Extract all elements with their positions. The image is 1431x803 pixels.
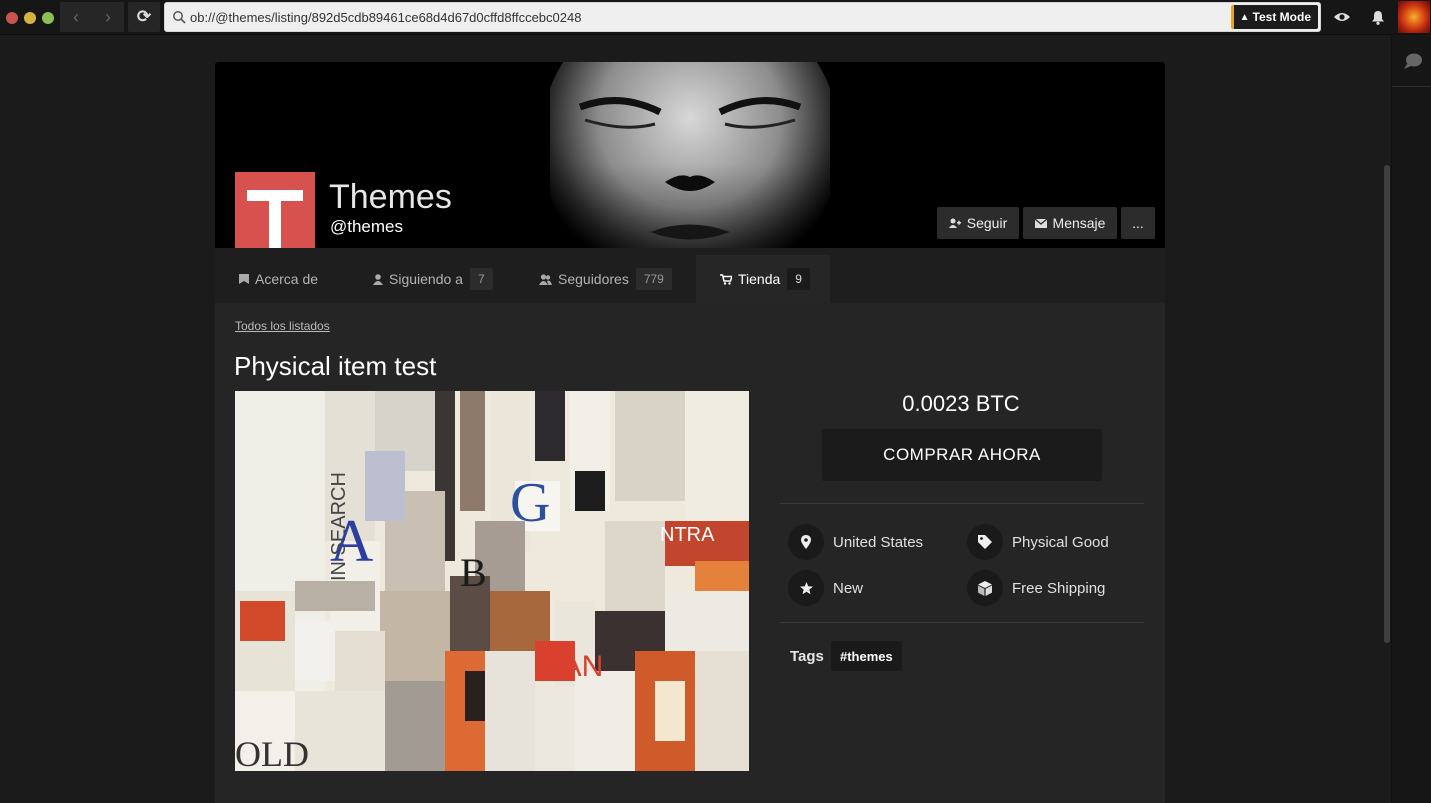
test-mode-badge[interactable]: ▲ Test Mode (1230, 5, 1318, 29)
location-pin-icon (788, 524, 824, 560)
feature-location: United States (788, 524, 923, 560)
tab-following[interactable]: Siguiendo a 7 (373, 255, 493, 303)
tag-chip[interactable]: #themes (831, 641, 902, 671)
feature-type-label: Physical Good (1012, 533, 1109, 551)
tag-icon (967, 524, 1003, 560)
feature-shipping-label: Free Shipping (1012, 579, 1106, 597)
listing-image[interactable]: YLAND IN SEARCH A G B CAN NTRA OLD (235, 391, 749, 771)
bell-icon[interactable] (1362, 2, 1394, 32)
history-nav: ‹ › (60, 2, 124, 32)
listing-title: Physical item test (234, 351, 437, 381)
svg-text:A: A (330, 508, 373, 574)
feature-shipping: Free Shipping (967, 570, 1105, 606)
tab-about[interactable]: Acerca de (239, 255, 318, 303)
tab-followers-label: Seguidores (558, 271, 629, 287)
feature-location-label: United States (833, 533, 924, 551)
store-name: Themes (329, 178, 452, 216)
more-options-button[interactable]: ... (1121, 207, 1155, 239)
address-bar[interactable]: ob://@themes/listing/892d5cdb89461ce68d4… (164, 2, 1321, 32)
window-maximize-dot[interactable] (42, 12, 54, 24)
envelope-icon (1034, 218, 1047, 228)
page-scrollbar[interactable] (1384, 165, 1390, 643)
all-listings-link[interactable]: Todos los listados (235, 319, 330, 333)
window-close-dot[interactable] (6, 12, 18, 24)
cart-icon (720, 273, 732, 285)
rail-divider (1392, 86, 1431, 87)
window-minimize-dot[interactable] (24, 12, 36, 24)
warning-icon: ▲ (1239, 11, 1250, 23)
test-mode-label: Test Mode (1252, 10, 1311, 24)
tags-label: Tags (790, 648, 824, 665)
collage-image: YLAND IN SEARCH A G B CAN NTRA OLD (235, 391, 749, 771)
store-page: Themes @themes Seguir Mensaje ... Acerca… (215, 62, 1165, 803)
tab-store[interactable]: Tienda 9 (696, 255, 830, 303)
follow-label: Seguir (966, 215, 1008, 231)
svg-text:NTRA: NTRA (660, 524, 715, 546)
store-count: 9 (787, 268, 810, 290)
star-icon (788, 570, 824, 606)
tab-followers[interactable]: Seguidores 779 (539, 255, 672, 303)
tab-store-label: Tienda (738, 271, 781, 287)
store-avatar[interactable] (235, 172, 315, 248)
feature-condition-label: New (833, 579, 864, 597)
feature-type: Physical Good (967, 524, 1109, 560)
followers-count: 779 (635, 268, 672, 290)
divider (780, 503, 1144, 504)
back-icon[interactable]: ‹ (60, 2, 92, 32)
book-icon (239, 274, 249, 284)
chat-icon[interactable] (1403, 52, 1423, 70)
user-icon (373, 273, 383, 285)
tab-about-label: Acerca de (255, 271, 319, 287)
avatar-letter-stem (269, 190, 281, 248)
svg-text:G: G (510, 472, 550, 534)
feature-condition: New (788, 570, 863, 606)
browser-toolbar: ‹ › ⟳ ob://@themes/listing/892d5cdb89461… (0, 0, 1431, 35)
message-label: Mensaje (1052, 215, 1106, 231)
url-text[interactable]: ob://@themes/listing/892d5cdb89461ce68d4… (190, 10, 581, 25)
svg-text:CAN: CAN (540, 650, 603, 683)
search-icon (173, 11, 186, 24)
chat-rail (1391, 36, 1431, 803)
store-handle: @themes (330, 217, 404, 236)
following-count: 7 (469, 268, 493, 290)
refresh-icon[interactable]: ⟳ (128, 2, 160, 32)
buy-now-button[interactable]: COMPRAR AHORA (822, 429, 1102, 481)
user-avatar[interactable] (1398, 1, 1430, 33)
eye-icon[interactable] (1326, 2, 1358, 32)
listing-price: 0.0023 BTC (902, 391, 1020, 416)
users-icon (539, 273, 552, 285)
svg-text:OLD: OLD (235, 734, 309, 771)
divider (780, 622, 1144, 623)
store-tabs: Acerca de Siguiendo a 7 Seguidores 779 T… (215, 248, 1165, 303)
forward-icon[interactable]: › (92, 2, 124, 32)
tab-following-label: Siguiendo a (389, 271, 463, 287)
message-button[interactable]: Mensaje (1023, 207, 1117, 239)
svg-text:B: B (460, 550, 487, 595)
package-icon (967, 570, 1003, 606)
follow-button[interactable]: Seguir (937, 207, 1019, 239)
add-user-icon (948, 218, 961, 228)
